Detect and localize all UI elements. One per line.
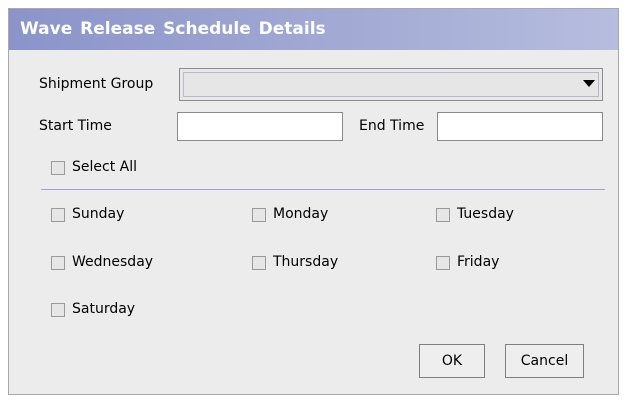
- friday-checkbox[interactable]: [436, 256, 450, 270]
- monday-label: Monday: [273, 206, 329, 222]
- chevron-down-icon[interactable]: [583, 80, 595, 87]
- separator: [41, 189, 605, 190]
- wave-release-schedule-dialog: Wave Release Schedule Details Shipment G…: [8, 8, 619, 395]
- wednesday-checkbox[interactable]: [51, 256, 65, 270]
- tuesday-label: Tuesday: [457, 206, 514, 222]
- shipment-group-dropdown[interactable]: [179, 68, 603, 101]
- sunday-checkbox[interactable]: [51, 208, 65, 222]
- start-time-input[interactable]: [177, 112, 343, 141]
- dialog-title: Wave Release Schedule Details: [9, 9, 618, 50]
- wednesday-label: Wednesday: [72, 254, 154, 270]
- shipment-group-value: [183, 72, 599, 97]
- end-time-label: End Time: [359, 118, 425, 134]
- thursday-label: Thursday: [273, 254, 339, 270]
- end-time-input[interactable]: [437, 112, 603, 141]
- monday-checkbox[interactable]: [252, 208, 266, 222]
- saturday-label: Saturday: [72, 301, 136, 317]
- saturday-checkbox[interactable]: [51, 303, 65, 317]
- start-time-label: Start Time: [39, 118, 112, 134]
- thursday-checkbox[interactable]: [252, 256, 266, 270]
- select-all-checkbox[interactable]: [51, 161, 65, 175]
- sunday-label: Sunday: [72, 206, 125, 222]
- ok-button[interactable]: OK: [419, 344, 485, 378]
- cancel-button[interactable]: Cancel: [505, 344, 584, 378]
- tuesday-checkbox[interactable]: [436, 208, 450, 222]
- shipment-group-label: Shipment Group: [39, 76, 154, 92]
- select-all-label: Select All: [72, 159, 137, 175]
- friday-label: Friday: [457, 254, 500, 270]
